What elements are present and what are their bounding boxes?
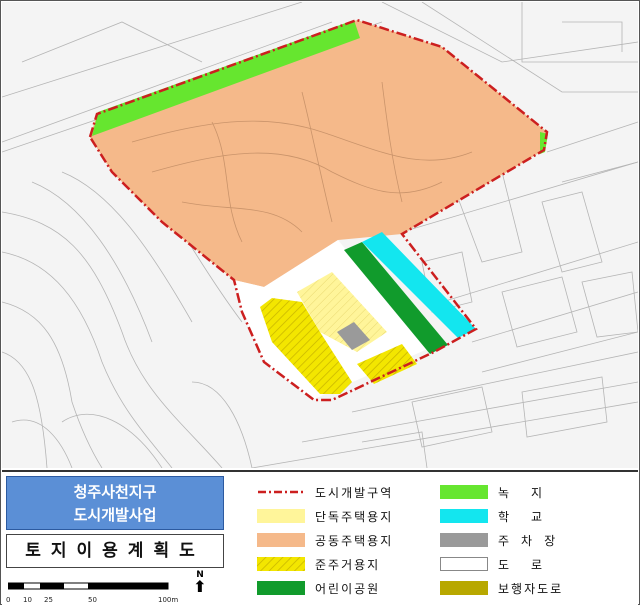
scale-bar: [8, 582, 169, 590]
project-title-line2: 도시개발사업: [73, 506, 157, 524]
legend-label-green: 녹지: [498, 486, 565, 500]
road-swatch: [440, 557, 488, 571]
map-svg: [1, 1, 639, 469]
legend-panel: 청주사천지구 도시개발사업 토지이용계획도 0 10 25 50 100m N …: [2, 470, 638, 606]
apartment-swatch: [257, 533, 305, 547]
scale-label-4: 100m: [158, 596, 179, 604]
legend-label-semi-residential: 준주거용지: [315, 558, 381, 572]
legend-label-parking: 주차장: [498, 534, 568, 548]
school-swatch: [440, 509, 488, 523]
scale-label-0: 0: [6, 596, 11, 604]
project-title-line1: 청주사천지구: [73, 483, 157, 501]
legend-label-pedestrian: 보행자도로: [498, 582, 564, 596]
green-swatch: [440, 485, 488, 499]
boundary-line-icon: [258, 490, 304, 494]
project-title-box: 청주사천지구 도시개발사업: [6, 476, 224, 530]
scale-label-2: 25: [44, 596, 53, 604]
land-use-map[interactable]: [1, 1, 639, 469]
children-park-swatch: [257, 581, 305, 595]
scale-label-3: 50: [88, 596, 97, 604]
pedestrian-swatch: [440, 581, 488, 595]
parking-swatch: [440, 533, 488, 547]
north-arrow-icon: ⬆: [193, 577, 207, 596]
legend-label-children-park: 어린이공원: [315, 582, 381, 596]
legend-label-road: 도로: [498, 558, 565, 572]
legend-label-apartment: 공동주택용지: [315, 534, 394, 548]
legend-label-single-housing: 단독주택용지: [315, 510, 394, 524]
plan-frame: 청주사천지구 도시개발사업 토지이용계획도 0 10 25 50 100m N …: [0, 0, 640, 606]
legend-label-school: 학교: [498, 510, 565, 524]
single-housing-swatch: [257, 509, 305, 523]
plan-title: 토지이용계획도: [6, 534, 224, 568]
zone-apartment[interactable]: [90, 20, 547, 287]
legend-label-boundary: 도시개발구역: [315, 486, 394, 500]
scale-label-1: 10: [23, 596, 32, 604]
semi-residential-swatch: [257, 557, 305, 571]
north-arrow: N ⬆: [190, 570, 210, 596]
